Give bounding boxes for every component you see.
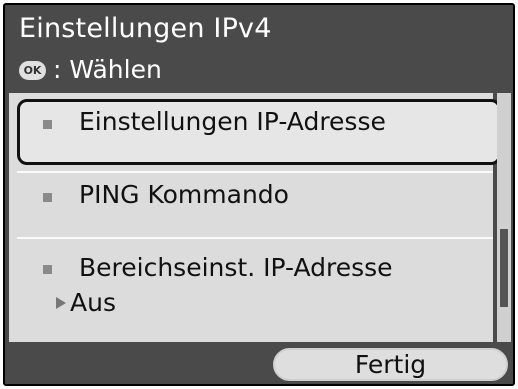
ok-button-icon: OK — [19, 61, 46, 80]
menu-list: Einstellungen IP-Adresse PING Kommando B… — [9, 93, 501, 342]
triangle-right-icon — [56, 296, 66, 309]
menu-item-label: PING Kommando — [79, 180, 289, 209]
screen-title: Einstellungen IPv4 — [19, 13, 272, 44]
done-button[interactable]: Fertig — [273, 348, 508, 381]
scrollbar-thumb[interactable] — [500, 229, 508, 307]
menu-item-label: Bereichseinst. IP-Adresse — [79, 253, 393, 282]
menu-item-label: Einstellungen IP-Adresse — [79, 107, 386, 136]
menu-item-ip-address-settings[interactable]: Einstellungen IP-Adresse — [9, 93, 501, 173]
bullet-icon — [43, 265, 52, 274]
bullet-icon — [43, 120, 52, 129]
menu-item-ping-command[interactable]: PING Kommando — [9, 173, 493, 237]
bullet-icon — [43, 193, 52, 202]
display-screen: Einstellungen IPv4 OK : Wählen Einstellu… — [3, 3, 515, 386]
ok-hint: OK : Wählen — [19, 53, 162, 85]
ok-hint-text: : Wählen — [53, 54, 162, 84]
menu-item-value-text: Aus — [70, 288, 116, 317]
header: Einstellungen IPv4 OK : Wählen — [5, 5, 513, 93]
menu-item-ip-range-settings[interactable]: Bereichseinst. IP-Adresse Aus — [9, 239, 493, 342]
menu-item-value: Aus — [56, 288, 116, 317]
